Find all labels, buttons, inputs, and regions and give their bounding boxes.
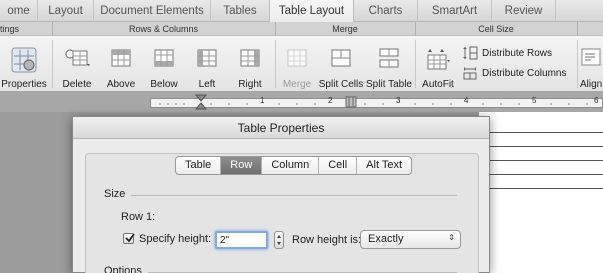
tab-table-layout[interactable]: Table Layout [269,0,354,22]
delete-button[interactable]: Delete [58,36,96,92]
tab-document-elements[interactable]: Document Elements [94,0,211,22]
specify-height-label: Specify height: [139,233,212,245]
dialog-tab-bar: Table Row Column Cell Alt Text [175,156,413,175]
ruler-number: 4 [464,96,469,105]
row-height-input[interactable] [215,231,268,249]
autofit-icon [427,49,450,70]
split-cells-icon [331,49,351,67]
insert-above-button[interactable]: Above [101,36,141,92]
above-label: Above [106,79,136,90]
distribute-rows-button[interactable]: Distribute Rows [462,46,552,62]
section-divider [131,195,457,196]
group-merge-label: Merge [332,24,358,34]
ribbon-divider [415,40,416,88]
tab-home[interactable]: ome [0,0,38,22]
row-number-label: Row 1: [121,211,156,223]
group-settings-label: tings [0,24,20,34]
row-height-stepper[interactable] [274,231,284,249]
horizontal-ruler[interactable]: 1 2 3 4 5 6 [0,92,603,112]
split-table-button[interactable]: Split Table [366,36,412,92]
table-border-line [489,160,603,161]
tab-review[interactable]: Review [492,0,556,22]
delete-label: Delete [62,79,92,90]
table-border-line [489,146,603,147]
left-label: Left [198,79,216,90]
tab-layout[interactable]: Layout [38,0,94,22]
dialog-title: Table Properties [73,117,489,139]
ruler-number: 1 [260,96,265,105]
specify-height-checkbox[interactable] [123,233,135,244]
tab-charts[interactable]: Charts [354,0,418,22]
row-height-is-label: Row height is: [292,234,362,246]
tab-alt-text[interactable]: Alt Text [357,157,411,174]
align-label: Align [580,79,603,90]
group-divider [577,22,578,36]
ruler-number: 5 [532,96,537,105]
ruler-number: 2 [328,96,333,105]
distribute-columns-icon [463,67,477,80]
checkmark-icon [125,233,135,243]
size-section-heading: Size [104,188,126,200]
merge-label: Merge [282,79,312,90]
properties-button[interactable]: Properties [0,36,48,92]
split-table-label: Split Table [366,79,412,90]
select-arrows-icon: ⇕ [448,233,455,242]
autofit-label: AutoFit [422,79,454,90]
insert-row-above-icon [111,49,131,67]
tab-column[interactable]: Column [262,157,320,174]
table-border-line [489,188,603,189]
split-table-icon [379,48,399,68]
ribbon-divider [52,40,53,88]
row-height-rule-select[interactable]: Exactly ⇕ [360,230,461,249]
insert-column-left-icon [197,49,217,67]
ribbon-divider [577,40,578,88]
ruler-bar[interactable]: 1 2 3 4 5 6 [150,96,603,108]
insert-right-button[interactable]: Right [230,36,270,92]
table-properties-dialog: Table Properties Table Row Column Cell A… [72,116,490,273]
table-border-line [489,174,603,175]
insert-left-button[interactable]: Left [188,36,226,92]
below-label: Below [150,79,178,90]
insert-below-button[interactable]: Below [144,36,184,92]
delete-table-icon [65,49,90,66]
ruler-number: 3 [396,96,401,105]
options-section-heading: Options [104,265,142,273]
distribute-rows-label: Distribute Rows [482,48,553,59]
ribbon-body: Properties Delete Above Below Left Right… [0,36,603,92]
ribbon-tab-bar: ome Layout Document Elements Tables Tabl… [0,0,603,22]
merge-cells-button[interactable]: Merge [280,36,314,92]
tab-row[interactable]: Row [221,157,263,174]
align-icon [581,48,601,66]
properties-label: Properties [1,79,47,90]
split-cells-label: Split Cells [318,79,364,90]
tab-tables[interactable]: Tables [211,0,269,22]
ribbon-group-headers: tings Rows & Columns Merge Cell Size [0,22,603,36]
split-cells-button[interactable]: Split Cells [317,36,365,92]
row-height-rule-value: Exactly [368,233,404,245]
insert-column-right-icon [240,49,260,67]
table-properties-icon [11,47,37,73]
align-button[interactable]: Align [579,36,603,92]
stepper-arrows-icon [277,235,281,245]
indent-marker-icon[interactable] [195,94,207,110]
column-marker-icon[interactable] [345,95,357,109]
tab-cell[interactable]: Cell [319,157,358,174]
table-border-line [489,132,603,133]
ribbon-divider [275,40,276,88]
insert-row-below-icon [154,49,174,67]
distribute-columns-label: Distribute Columns [482,68,567,79]
distribute-columns-button[interactable]: Distribute Columns [462,66,566,82]
merge-cells-icon [287,49,307,67]
right-label: Right [238,79,262,90]
ruler-number: 6 [594,96,599,105]
tab-smartart[interactable]: SmartArt [418,0,492,22]
group-cell-size-label: Cell Size [478,24,514,34]
autofit-button[interactable]: AutoFit [418,36,458,92]
tab-table[interactable]: Table [176,157,222,174]
distribute-rows-icon [463,46,478,60]
group-rows-columns-label: Rows & Columns [128,24,199,34]
document-page[interactable] [479,112,603,273]
